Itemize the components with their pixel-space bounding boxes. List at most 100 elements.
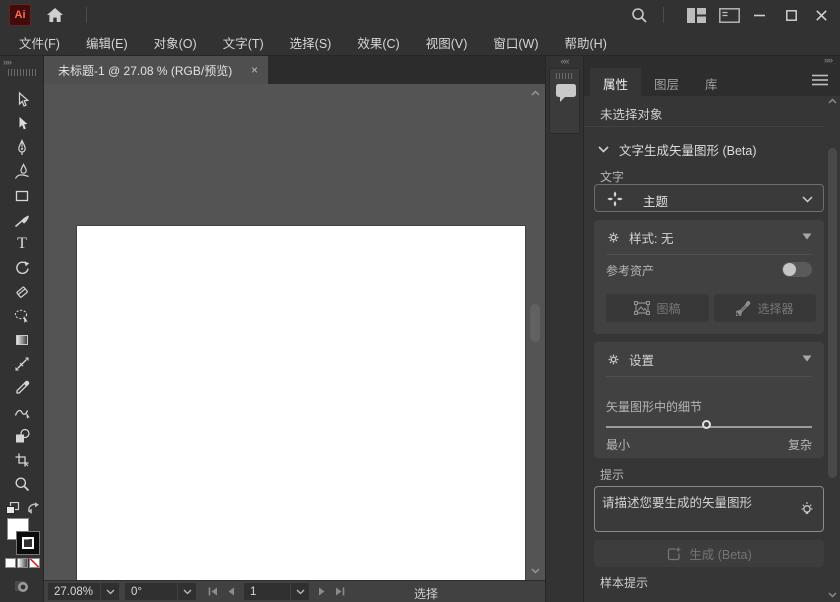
artboard-number-field[interactable]: 1 <box>244 583 290 600</box>
picker-icon <box>736 301 751 316</box>
minimize-button[interactable] <box>744 1 774 29</box>
tool-width[interactable] <box>6 352 38 376</box>
lightbulb-icon[interactable] <box>799 501 815 519</box>
tool-shape-builder[interactable] <box>6 424 38 448</box>
stroke-color-swatch[interactable] <box>17 532 39 554</box>
text-to-vector-section-header[interactable]: 文字生成矢量图形 (Beta) <box>598 140 757 159</box>
settings-header[interactable]: 设置 <box>606 350 654 369</box>
scroll-down-icon[interactable] <box>828 592 837 598</box>
zoom-level-field[interactable]: 27.08% <box>48 583 100 600</box>
subject-select[interactable]: 主题 <box>594 184 824 212</box>
rotation-field[interactable]: 0° <box>125 583 177 600</box>
scroll-thumb[interactable] <box>530 304 540 342</box>
chevron-down-icon <box>598 146 609 153</box>
style-header[interactable]: 样式: 无 <box>606 228 673 247</box>
panel-scrollbar[interactable] <box>826 96 839 600</box>
close-window-icon[interactable] <box>806 1 836 29</box>
gradient-fill-button[interactable] <box>17 558 28 568</box>
tool-lasso[interactable] <box>6 304 38 328</box>
scroll-up-icon[interactable] <box>531 90 540 96</box>
gear-icon <box>606 352 621 367</box>
tool-selection[interactable] <box>6 88 38 112</box>
menu-edit[interactable]: 编辑(E) <box>73 29 141 56</box>
comments-panel-tile[interactable] <box>549 68 580 134</box>
document-tab[interactable]: 未标题-1 @ 27.08 % (RGB/预览) × <box>44 56 268 84</box>
scroll-up-icon[interactable] <box>828 98 837 104</box>
tool-zoom[interactable] <box>6 472 38 496</box>
triangle-down-icon[interactable] <box>802 355 812 362</box>
close-tab-icon[interactable]: × <box>251 63 258 77</box>
last-artboard-icon[interactable] <box>331 583 349 600</box>
settings-label: 设置 <box>629 350 654 369</box>
menu-select[interactable]: 选择(S) <box>277 29 345 56</box>
menu-file[interactable]: 文件(F) <box>6 29 73 56</box>
drawing-modes-button[interactable] <box>12 578 32 596</box>
tab-properties[interactable]: 属性 <box>590 68 641 96</box>
tool-gradient[interactable] <box>6 328 38 352</box>
arrange-documents-icon[interactable] <box>716 6 742 24</box>
triangle-down-icon[interactable] <box>802 233 812 240</box>
comment-bubble-icon[interactable] <box>555 83 577 103</box>
next-artboard-icon[interactable] <box>313 583 331 600</box>
default-fill-stroke-icon[interactable] <box>6 502 20 515</box>
app-logo-icon: Ai <box>9 4 31 26</box>
picker-button[interactable]: 选择器 <box>714 294 816 322</box>
tool-pen[interactable] <box>6 136 38 160</box>
tool-eraser[interactable] <box>6 280 38 304</box>
first-artboard-icon[interactable] <box>204 583 222 600</box>
style-label: 样式: 无 <box>629 228 673 247</box>
detail-slider-knob[interactable] <box>702 420 711 429</box>
artwork-button-label: 图稿 <box>656 300 680 317</box>
menu-type[interactable]: 文字(T) <box>210 29 277 56</box>
reference-asset-toggle[interactable] <box>782 262 812 277</box>
expand-panels-icon[interactable]: «« <box>546 56 583 66</box>
workspace-switcher-icon[interactable] <box>684 6 708 24</box>
previous-artboard-icon[interactable] <box>222 583 240 600</box>
menu-help[interactable]: 帮助(H) <box>552 29 620 56</box>
detail-label: 矢量图形中的细节 <box>606 398 702 415</box>
color-fill-button[interactable] <box>5 558 16 568</box>
collapse-panels-icon[interactable]: »» <box>824 55 832 65</box>
slider-min-label: 最小 <box>606 436 630 453</box>
tool-curvature[interactable] <box>6 160 38 184</box>
tool-eyedropper[interactable] <box>6 376 38 400</box>
home-icon[interactable] <box>44 5 66 25</box>
menu-effect[interactable]: 效果(C) <box>344 29 412 56</box>
menu-view[interactable]: 视图(V) <box>413 29 481 56</box>
status-bar: 27.08% 0° 1 选择 <box>44 580 545 602</box>
tool-rectangle[interactable] <box>6 184 38 208</box>
divider <box>584 126 824 127</box>
menu-bar: 文件(F) 编辑(E) 对象(O) 文字(T) 选择(S) 效果(C) 视图(V… <box>0 30 840 56</box>
canvas-vertical-scrollbar[interactable] <box>528 86 542 578</box>
tool-paintbrush[interactable] <box>6 208 38 232</box>
maximize-button[interactable] <box>776 1 806 29</box>
tool-shaper[interactable] <box>6 400 38 424</box>
tools-grip[interactable] <box>8 69 36 76</box>
search-icon[interactable] <box>628 5 650 25</box>
scroll-thumb[interactable] <box>828 148 837 478</box>
generate-button[interactable]: 生成 (Beta) <box>594 540 824 567</box>
menu-object[interactable]: 对象(O) <box>141 29 210 56</box>
zoom-level-dropdown-icon[interactable] <box>101 583 119 600</box>
titlebar-divider <box>86 7 87 23</box>
prompt-input[interactable] <box>595 487 823 531</box>
tool-artboard[interactable] <box>6 448 38 472</box>
status-text: 选择 <box>414 585 438 602</box>
tab-libraries[interactable]: 库 <box>692 68 731 96</box>
tool-rotate[interactable] <box>6 256 38 280</box>
menu-window[interactable]: 窗口(W) <box>480 29 551 56</box>
panel-menu-icon[interactable] <box>812 74 828 86</box>
none-fill-button[interactable] <box>29 558 40 568</box>
tab-layers[interactable]: 图层 <box>641 68 692 96</box>
artboard-dropdown-icon[interactable] <box>291 583 309 600</box>
artwork-button[interactable]: 图稿 <box>606 294 709 322</box>
artboard[interactable] <box>77 226 525 580</box>
swap-fill-stroke-icon[interactable] <box>26 501 41 515</box>
tool-type[interactable]: T <box>6 232 38 256</box>
scroll-down-icon[interactable] <box>531 568 540 574</box>
rotation-dropdown-icon[interactable] <box>178 583 196 600</box>
tool-direct-selection[interactable] <box>6 112 38 136</box>
tools-expand-icon[interactable]: »» <box>3 57 11 67</box>
panel-grip[interactable] <box>556 73 574 79</box>
canvas[interactable] <box>44 84 545 580</box>
